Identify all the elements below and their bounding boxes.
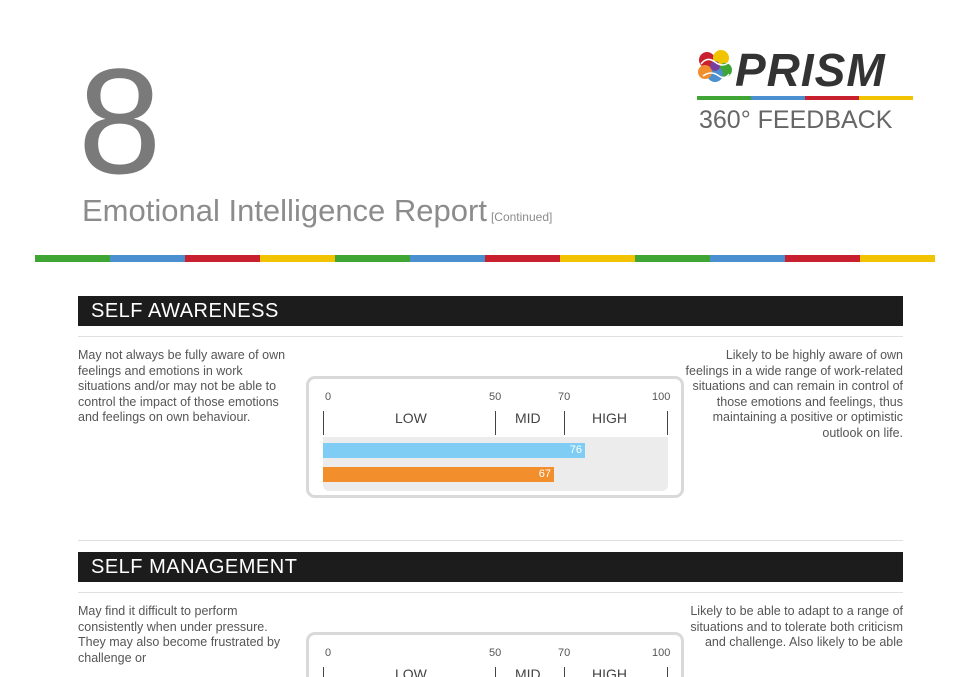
section-divider <box>78 336 903 337</box>
tick-label-0: 0 <box>325 647 332 659</box>
tick-mark-70 <box>564 667 565 677</box>
report-title-text: Emotional Intelligence Report <box>82 193 487 228</box>
report-title: Emotional Intelligence Report [Continued] <box>82 193 552 229</box>
score-track: 76 67 <box>323 437 668 491</box>
report-title-suffix: [Continued] <box>490 210 553 224</box>
score-scale: 0 50 70 100 LOW MID HIGH <box>306 632 684 677</box>
section-self-management: SELF MANAGEMENT May find it difficult to… <box>78 552 903 677</box>
tick-mark-70 <box>564 411 565 435</box>
section-heading: SELF MANAGEMENT <box>78 552 903 582</box>
tick-label-70: 70 <box>558 647 571 659</box>
section-divider <box>78 592 903 593</box>
band-label-high: HIGH <box>592 666 627 677</box>
section-self-awareness: SELF AWARENESS May not always be fully a… <box>78 296 903 498</box>
low-description: May find it difficult to perform consist… <box>78 604 281 665</box>
logo-color-bar <box>697 96 913 100</box>
high-description: Likely to be able to adapt to a range of… <box>690 604 903 649</box>
section-heading: SELF AWARENESS <box>78 296 903 326</box>
tick-label-100: 100 <box>652 391 671 403</box>
prism-logo: PRISM 360° FEEDBACK <box>697 44 917 141</box>
score-bar-others-value: 67 <box>538 468 551 480</box>
high-description: Likely to be highly aware of own feeling… <box>685 348 903 440</box>
tick-label-0: 0 <box>325 391 332 403</box>
band-label-mid: MID <box>515 666 541 677</box>
tick-mark-100 <box>667 411 668 435</box>
score-bar-self-value: 76 <box>569 444 582 456</box>
score-bar-others: 67 <box>323 467 554 482</box>
logo-wordmark: PRISM <box>735 44 886 96</box>
score-bar-self: 76 <box>323 443 585 458</box>
tick-label-50: 50 <box>489 391 502 403</box>
page-number: 8 <box>78 37 162 205</box>
band-label-mid: MID <box>515 410 541 426</box>
band-label-high: HIGH <box>592 410 627 426</box>
tick-mark-50 <box>495 411 496 435</box>
band-label-low: LOW <box>395 410 427 426</box>
tick-mark-0 <box>323 667 324 677</box>
band-label-low: LOW <box>395 666 427 677</box>
tick-label-70: 70 <box>558 391 571 403</box>
color-stripe-divider <box>35 255 935 262</box>
tick-mark-50 <box>495 667 496 677</box>
score-scale: 0 50 70 100 LOW MID HIGH 76 67 <box>306 376 684 498</box>
section-separator <box>78 540 903 541</box>
logo-subtitle: 360° FEEDBACK <box>699 106 893 134</box>
tick-label-50: 50 <box>489 647 502 659</box>
tick-label-100: 100 <box>652 647 671 659</box>
tick-mark-0 <box>323 411 324 435</box>
brain-icon <box>698 50 732 82</box>
tick-mark-100 <box>667 667 668 677</box>
low-description: May not always be fully aware of own fee… <box>78 348 286 424</box>
